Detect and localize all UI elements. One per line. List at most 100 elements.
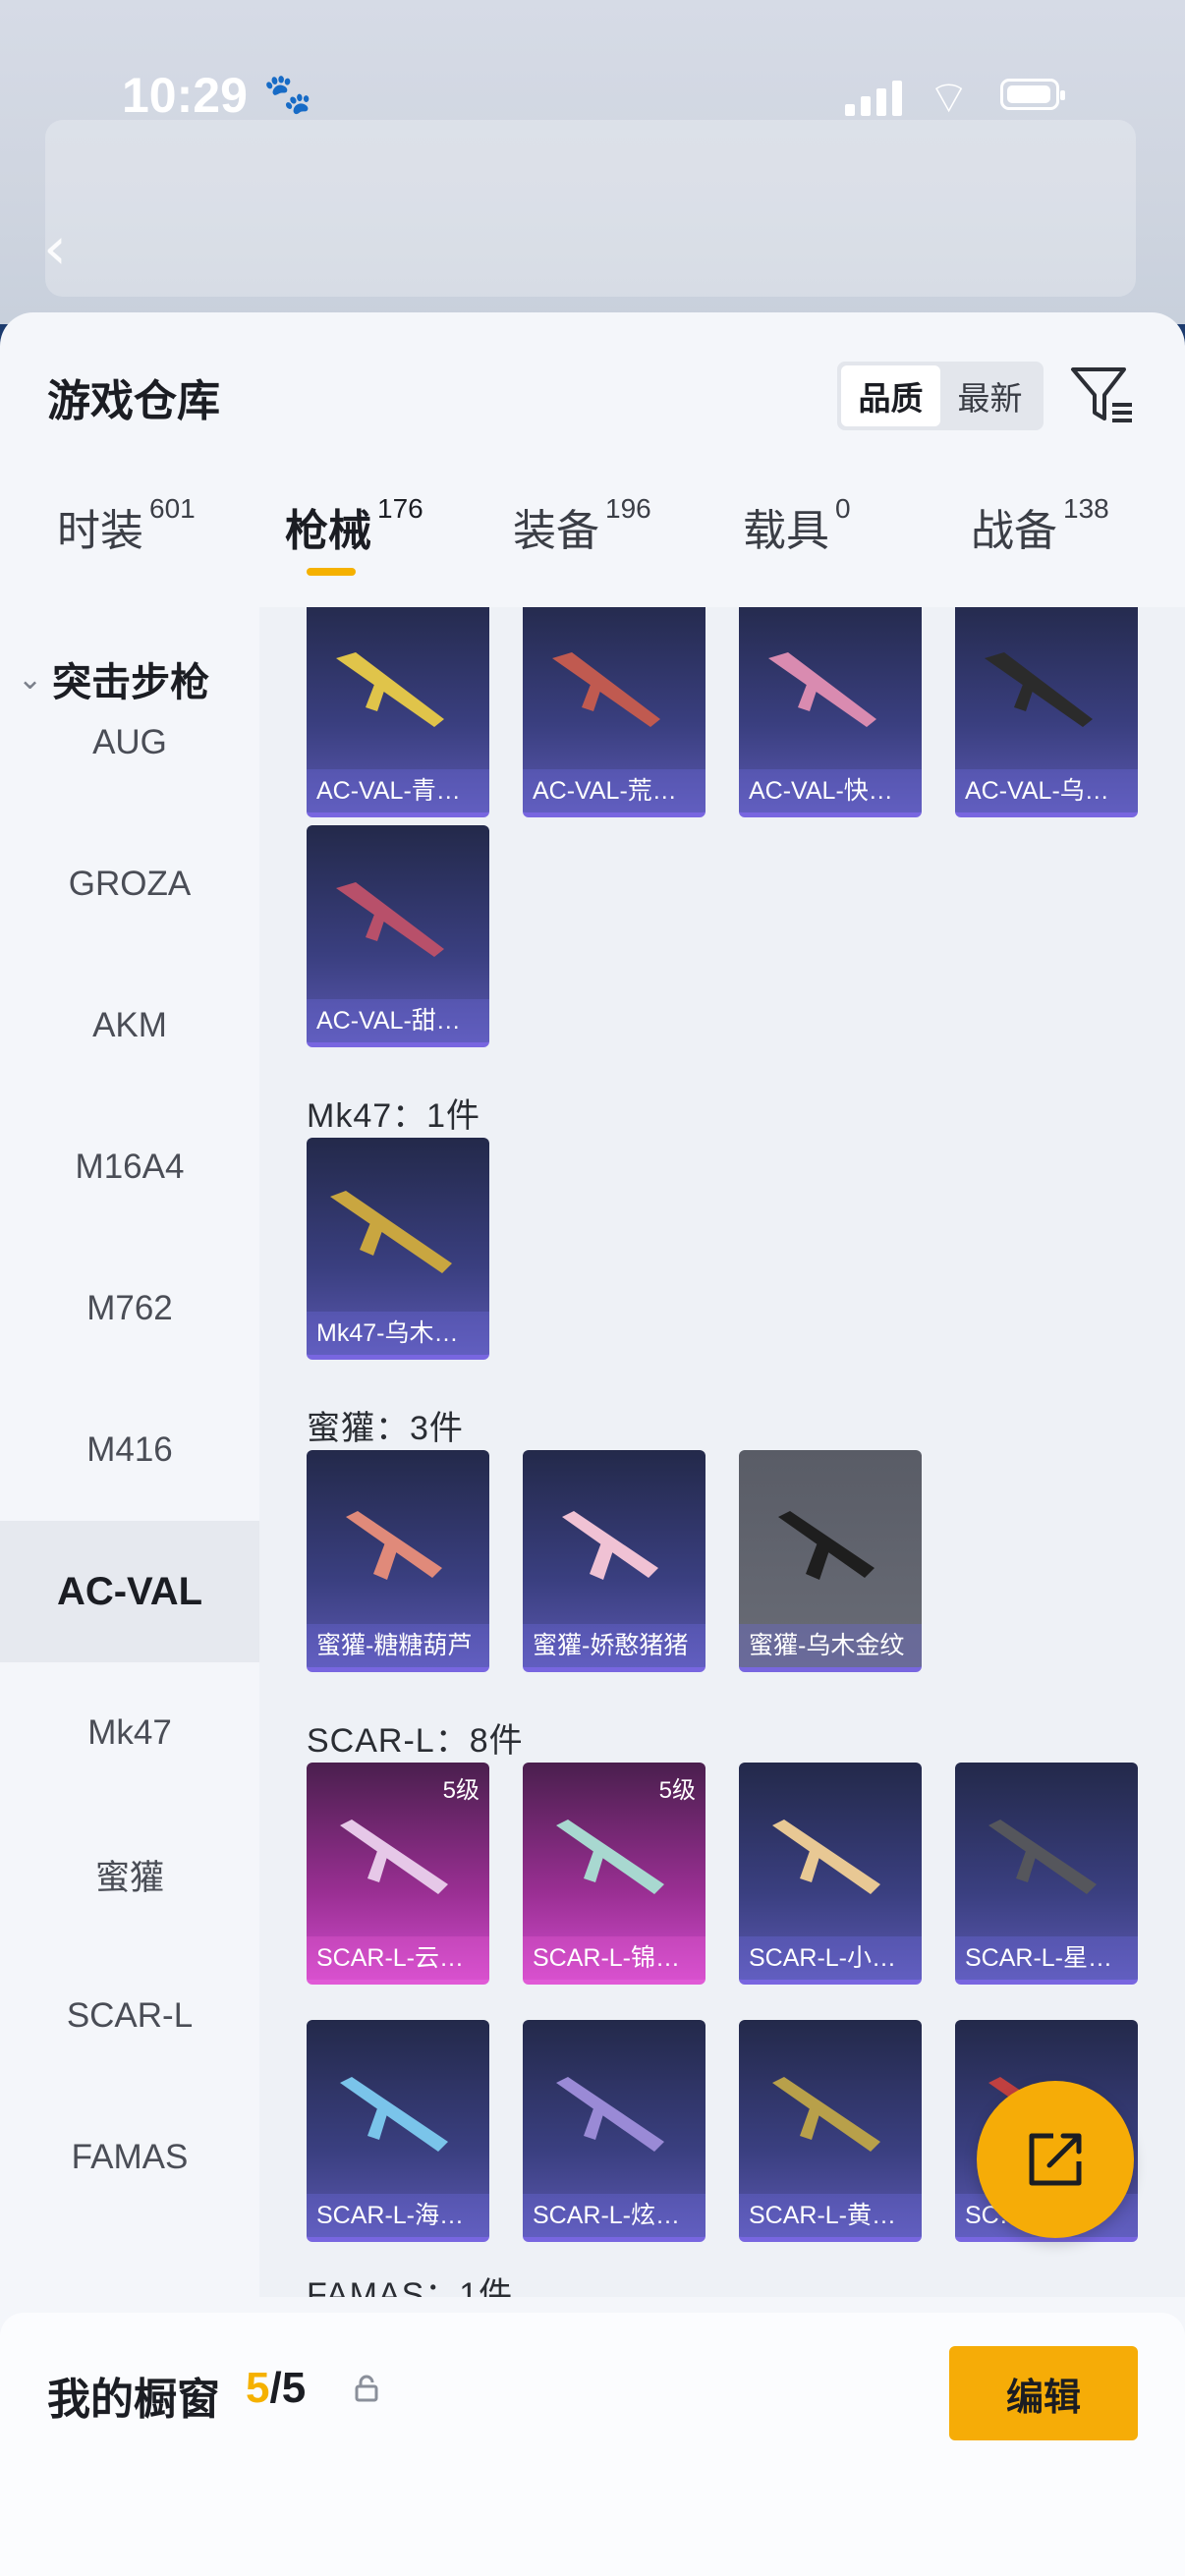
weapon-card-name: SCAR-L-星… [955,1936,1138,1980]
weapon-card[interactable]: AC-VAL-荒… [523,607,705,817]
status-time: 10:29 [122,68,248,123]
sidebar-item-aug[interactable]: AUG [0,672,259,813]
weapon-grid: AC-VAL-青… AC-VAL-荒… AC-VAL-快… AC-VAL-乌… … [259,607,1185,2297]
group-title-honeybadger: 蜜獾：3件 [307,1410,464,1447]
share-fab-button[interactable] [977,2081,1134,2238]
weapon-card[interactable]: 蜜獾-乌木金纹 [739,1450,922,1672]
tab-count: 0 [835,493,851,524]
weapon-card[interactable]: SCAR-L-小… [739,1763,922,1985]
active-tab-indicator [307,568,356,576]
weapon-card[interactable]: Mk47-乌木… [307,1138,489,1360]
warehouse-sheet: 游戏仓库 品质 最新 时装 601 枪械 176 装备 196 载具 0 战备 … [0,312,1185,2576]
sidebar-item-akm[interactable]: AKM [0,955,259,1096]
tab-gear[interactable]: 装备 196 [513,493,651,558]
background-stats-card [45,120,1136,297]
weapon-card-name: AC-VAL-甜… [307,999,489,1042]
background-profile-blur: ‹ [0,0,1185,324]
rifle-icon [768,652,876,727]
tab-vehicles[interactable]: 载具 0 [743,493,851,558]
rifle-icon [985,652,1093,727]
weapon-card-name: AC-VAL-乌… [955,769,1138,812]
tab-count: 138 [1063,493,1109,524]
sidebar-item-honeybadger[interactable]: 蜜獾 [0,1804,259,1945]
sidebar-item-m16a4[interactable]: M16A4 [0,1096,259,1238]
tab-count: 601 [149,493,196,524]
wifi-icon: ⌔ [928,72,971,123]
weapon-sidebar: ⌄ 突击步枪 AUG GROZA AKM M16A4 M762 M416 AC-… [0,607,259,2297]
sheet-title: 游戏仓库 [47,377,220,425]
tab-label: 装备 [513,507,599,555]
tab-supplies[interactable]: 战备 138 [971,493,1109,558]
sort-option-quality[interactable]: 品质 [841,365,940,426]
sidebar-item-scarl[interactable]: SCAR-L [0,1945,259,2087]
group-title-famas: FAMAS：1件 [307,2276,514,2297]
sidebar-item-acval[interactable]: AC-VAL [0,1521,259,1662]
smg-icon [562,1511,658,1580]
weapon-card-name: SCAR-L-海… [307,2194,489,2237]
weapon-card-name: Mk47-乌木… [307,1312,489,1355]
edit-button[interactable]: 编辑 [949,2346,1138,2440]
sidebar-item-mk47[interactable]: Mk47 [0,1662,259,1804]
weapon-card[interactable]: AC-VAL-甜… [307,825,489,1047]
showcase-total: /5 [269,2364,307,2412]
group-title-mk47: Mk47：1件 [307,1097,481,1135]
weapon-card[interactable]: SCAR-L-海… [307,2020,489,2242]
tab-weapons[interactable]: 枪械 176 [285,493,423,576]
weapon-card-name: SCAR-L-黄… [739,2194,922,2237]
sidebar-item-famas[interactable]: FAMAS [0,2087,259,2228]
weapon-card-name: SCAR-L-云… [307,1936,489,1980]
rifle-icon [988,1820,1097,1894]
paw-icon: 🐾 [263,73,312,116]
smg-icon [346,1511,442,1580]
weapon-card[interactable]: SCAR-L-炫… [523,2020,705,2242]
tab-label: 载具 [743,507,829,555]
tab-count: 176 [377,493,423,524]
rifle-icon [552,652,660,727]
tab-label: 时装 [57,507,143,555]
share-icon [1029,2133,1082,2186]
rifle-icon [336,882,444,957]
sidebar-item-m416[interactable]: M416 [0,1379,259,1521]
weapon-card[interactable]: AC-VAL-乌… [955,607,1138,817]
weapon-card-name: SCAR-L-小… [739,1936,922,1980]
weapon-card-name: SCAR-L-炫… [523,2194,705,2237]
rifle-icon [772,1820,880,1894]
weapon-card[interactable]: 蜜獾-糖糖葫芦 [307,1450,489,1672]
battery-icon [1000,79,1065,110]
weapon-card[interactable]: SCAR-L-黄… [739,2020,922,2242]
weapon-card[interactable]: AC-VAL-快… [739,607,922,817]
rifle-icon [772,2077,880,2152]
weapon-card[interactable]: 5级 SCAR-L-锦… [523,1763,705,1985]
signal-icon [845,81,902,116]
weapon-card-name: AC-VAL-荒… [523,769,705,812]
weapon-card[interactable]: SCAR-L-星… [955,1763,1138,1985]
weapon-card-name: 蜜獾-乌木金纹 [739,1624,922,1667]
weapon-card[interactable]: AC-VAL-青… [307,607,489,817]
weapon-card[interactable]: 蜜獾-娇憨猪猪 [523,1450,705,1672]
rifle-icon [340,1820,448,1894]
status-bar: 10:29 🐾 ⌔ [0,59,1185,138]
rifle-icon [556,1820,664,1894]
sort-toggle: 品质 最新 [837,362,1044,430]
showcase-count: 5/5 [246,2364,306,2413]
rifle-icon [330,1191,452,1273]
weapon-card-name: AC-VAL-快… [739,769,922,812]
showcase-label: 我的橱窗 [47,2376,220,2424]
rifle-icon [336,652,444,727]
tab-label: 枪械 [285,507,371,555]
sidebar-item-m762[interactable]: M762 [0,1238,259,1379]
tab-count: 196 [605,493,651,524]
weapon-card-name: SCAR-L-锦… [523,1936,705,1980]
rifle-icon [340,2077,448,2152]
category-tabs: 时装 601 枪械 176 装备 196 载具 0 战备 138 [0,493,1185,603]
showcase-current: 5 [246,2364,270,2412]
rifle-icon [556,2077,664,2152]
sidebar-item-groza[interactable]: GROZA [0,813,259,955]
weapon-card[interactable]: 5级 SCAR-L-云… [307,1763,489,1985]
showcase-bar: 我的橱窗 5/5 编辑 [0,2313,1185,2576]
filter-icon[interactable] [1069,360,1138,428]
group-title-scarl: SCAR-L：8件 [307,1722,524,1760]
tab-fashion[interactable]: 时装 601 [57,493,196,558]
back-arrow-icon[interactable]: ‹ [43,214,67,283]
sort-option-latest[interactable]: 最新 [940,365,1040,426]
